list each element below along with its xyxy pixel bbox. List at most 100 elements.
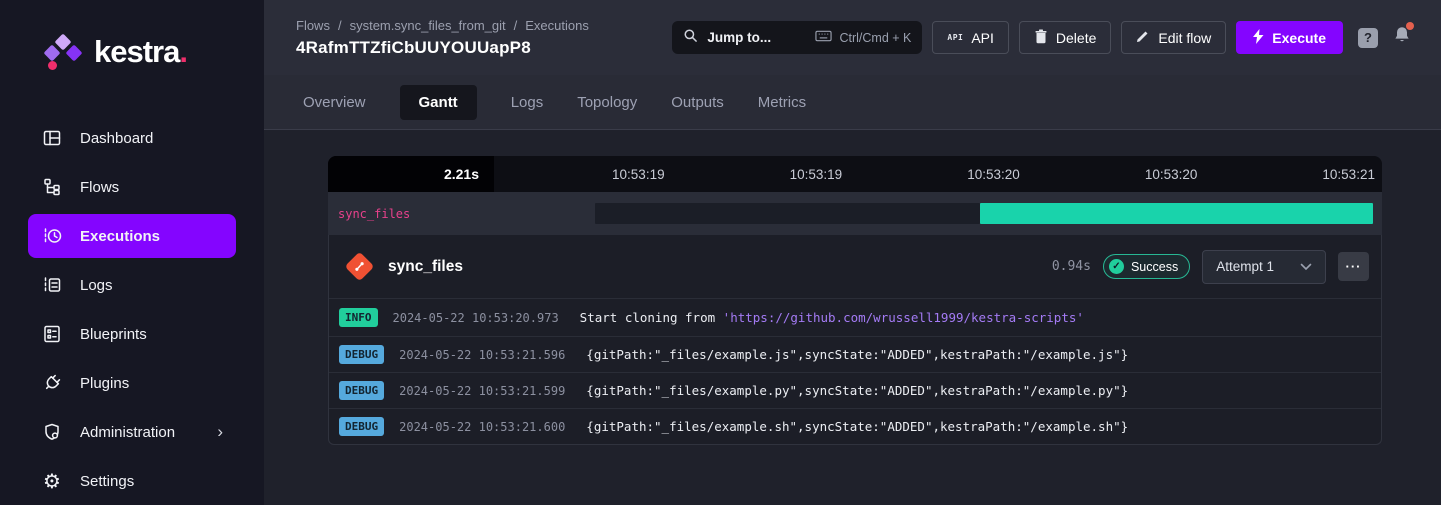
sidebar-item-flows[interactable]: Flows	[28, 165, 236, 209]
settings-icon: ⚙	[41, 470, 63, 492]
logs-icon	[41, 274, 63, 296]
kestra-logo[interactable]: kestra.	[38, 30, 236, 74]
status-badge: ✓ Success	[1103, 254, 1190, 279]
sidebar-item-label: Executions	[80, 228, 160, 245]
kestra-logo-text: kestra.	[94, 34, 187, 70]
sidebar-item-label: Logs	[80, 277, 113, 294]
breadcrumb-executions[interactable]: Executions	[525, 18, 589, 33]
attempt-dropdown[interactable]: Attempt 1	[1202, 250, 1326, 284]
gantt-bar-created[interactable]	[595, 203, 981, 224]
keyboard-icon	[815, 30, 832, 45]
sidebar-item-plugins[interactable]: Plugins	[28, 361, 236, 405]
log-level-badge: DEBUG	[339, 381, 384, 400]
search-placeholder: Jump to...	[707, 30, 771, 45]
api-icon: API	[947, 33, 963, 42]
breadcrumb-flows[interactable]: Flows	[296, 18, 330, 33]
more-options-button[interactable]: ···	[1338, 252, 1369, 281]
log-timestamp: 2024-05-22 10:53:21.599	[399, 384, 565, 398]
gantt-task-row[interactable]: sync_files	[328, 192, 1382, 235]
total-duration: 2.21s	[328, 156, 494, 192]
timeline-tick: 10:53:20	[849, 156, 1027, 192]
sidebar-item-label: Administration	[80, 424, 175, 441]
execute-button[interactable]: Execute	[1236, 21, 1343, 54]
flows-icon	[41, 176, 63, 198]
log-row: INFO 2024-05-22 10:53:20.973 Start cloni…	[329, 298, 1381, 336]
git-icon	[345, 252, 375, 282]
kestra-logo-icon	[38, 30, 80, 74]
gantt-timeline-header: 2.21s 10:53:19 10:53:19 10:53:20 10:53:2…	[328, 156, 1382, 192]
help-icon[interactable]: ?	[1358, 28, 1378, 48]
log-message: Start cloning from 'https://github.com/w…	[580, 310, 1084, 325]
tab-gantt[interactable]: Gantt	[400, 85, 477, 120]
sidebar-item-settings[interactable]: ⚙ Settings	[28, 459, 236, 503]
gantt-task-label[interactable]: sync_files	[338, 207, 410, 221]
trash-icon	[1034, 29, 1048, 47]
log-message: {gitPath:"_files/example.py",syncState:"…	[586, 383, 1128, 398]
plugins-icon	[41, 372, 63, 394]
gantt-card: 2.21s 10:53:19 10:53:19 10:53:20 10:53:2…	[328, 156, 1382, 445]
log-row: DEBUG 2024-05-22 10:53:21.596 {gitPath:"…	[329, 336, 1381, 372]
pencil-icon	[1136, 29, 1150, 46]
log-link[interactable]: 'https://github.com/wrussell1999/kestra-…	[723, 310, 1084, 325]
breadcrumb-flow-id[interactable]: system.sync_files_from_git	[350, 18, 506, 33]
lightning-icon	[1253, 29, 1264, 47]
breadcrumb-separator: /	[338, 18, 342, 33]
sidebar-item-label: Settings	[80, 473, 134, 490]
administration-icon	[41, 421, 63, 443]
jump-to-search[interactable]: Jump to... Ctrl/Cmd + K	[672, 21, 922, 54]
breadcrumb-separator: /	[514, 18, 518, 33]
sidebar-item-dashboard[interactable]: Dashboard	[28, 116, 236, 160]
executions-icon	[41, 225, 63, 247]
breadcrumb: Flows / system.sync_files_from_git / Exe…	[296, 18, 589, 33]
blueprints-icon	[41, 323, 63, 345]
sidebar-item-executions[interactable]: Executions	[28, 214, 236, 258]
gantt-bar-success[interactable]	[980, 203, 1372, 224]
search-icon	[683, 28, 698, 48]
chevron-right-icon: ›	[217, 422, 223, 442]
log-timestamp: 2024-05-22 10:53:21.600	[399, 420, 565, 434]
tab-metrics[interactable]: Metrics	[758, 85, 806, 120]
sidebar-item-administration[interactable]: Administration ›	[28, 410, 236, 454]
sidebar: kestra. Dashboard Flows Executions Logs …	[0, 0, 264, 505]
timeline-tick: 10:53:21	[1204, 156, 1382, 192]
search-shortcut: Ctrl/Cmd + K	[839, 31, 911, 45]
task-detail-panel: sync_files 0.94s ✓ Success Attempt 1	[328, 235, 1382, 445]
notification-dot	[1406, 22, 1414, 30]
log-row: DEBUG 2024-05-22 10:53:21.599 {gitPath:"…	[329, 372, 1381, 408]
log-level-badge: INFO	[339, 308, 378, 327]
chevron-down-icon	[1300, 258, 1312, 276]
tab-logs[interactable]: Logs	[511, 85, 544, 120]
dashboard-icon	[41, 127, 63, 149]
edit-flow-button[interactable]: Edit flow	[1121, 21, 1226, 54]
task-name: sync_files	[388, 258, 463, 276]
api-button[interactable]: API API	[932, 21, 1009, 54]
tab-topology[interactable]: Topology	[577, 85, 637, 120]
check-circle-icon: ✓	[1109, 259, 1124, 274]
log-timestamp: 2024-05-22 10:53:20.973	[393, 311, 559, 325]
log-row: DEBUG 2024-05-22 10:53:21.600 {gitPath:"…	[329, 408, 1381, 444]
log-timestamp: 2024-05-22 10:53:21.596	[399, 348, 565, 362]
task-duration: 0.94s	[1052, 259, 1091, 274]
tab-outputs[interactable]: Outputs	[671, 85, 724, 120]
sidebar-item-label: Flows	[80, 179, 119, 196]
sidebar-item-label: Dashboard	[80, 130, 153, 147]
tab-overview[interactable]: Overview	[303, 85, 366, 120]
timeline-tick: 10:53:20	[1027, 156, 1205, 192]
delete-button[interactable]: Delete	[1019, 21, 1111, 54]
timeline-tick: 10:53:19	[672, 156, 850, 192]
log-message: {gitPath:"_files/example.js",syncState:"…	[586, 347, 1128, 362]
task-header: sync_files 0.94s ✓ Success Attempt 1	[329, 235, 1381, 298]
log-level-badge: DEBUG	[339, 417, 384, 436]
timeline-tick: 10:53:19	[494, 156, 672, 192]
sidebar-item-label: Plugins	[80, 375, 129, 392]
content-area: 2.21s 10:53:19 10:53:19 10:53:20 10:53:2…	[264, 130, 1441, 505]
sidebar-item-label: Blueprints	[80, 326, 147, 343]
notifications-bell-icon[interactable]	[1392, 25, 1412, 50]
execution-tabs: Overview Gantt Logs Topology Outputs Met…	[264, 75, 1441, 130]
sidebar-item-logs[interactable]: Logs	[28, 263, 236, 307]
page-title: 4RafmTTZfiCbUUYOUUapP8	[296, 38, 589, 58]
top-header: Flows / system.sync_files_from_git / Exe…	[264, 0, 1441, 75]
main-area: Flows / system.sync_files_from_git / Exe…	[264, 0, 1441, 505]
log-level-badge: DEBUG	[339, 345, 384, 364]
sidebar-item-blueprints[interactable]: Blueprints	[28, 312, 236, 356]
